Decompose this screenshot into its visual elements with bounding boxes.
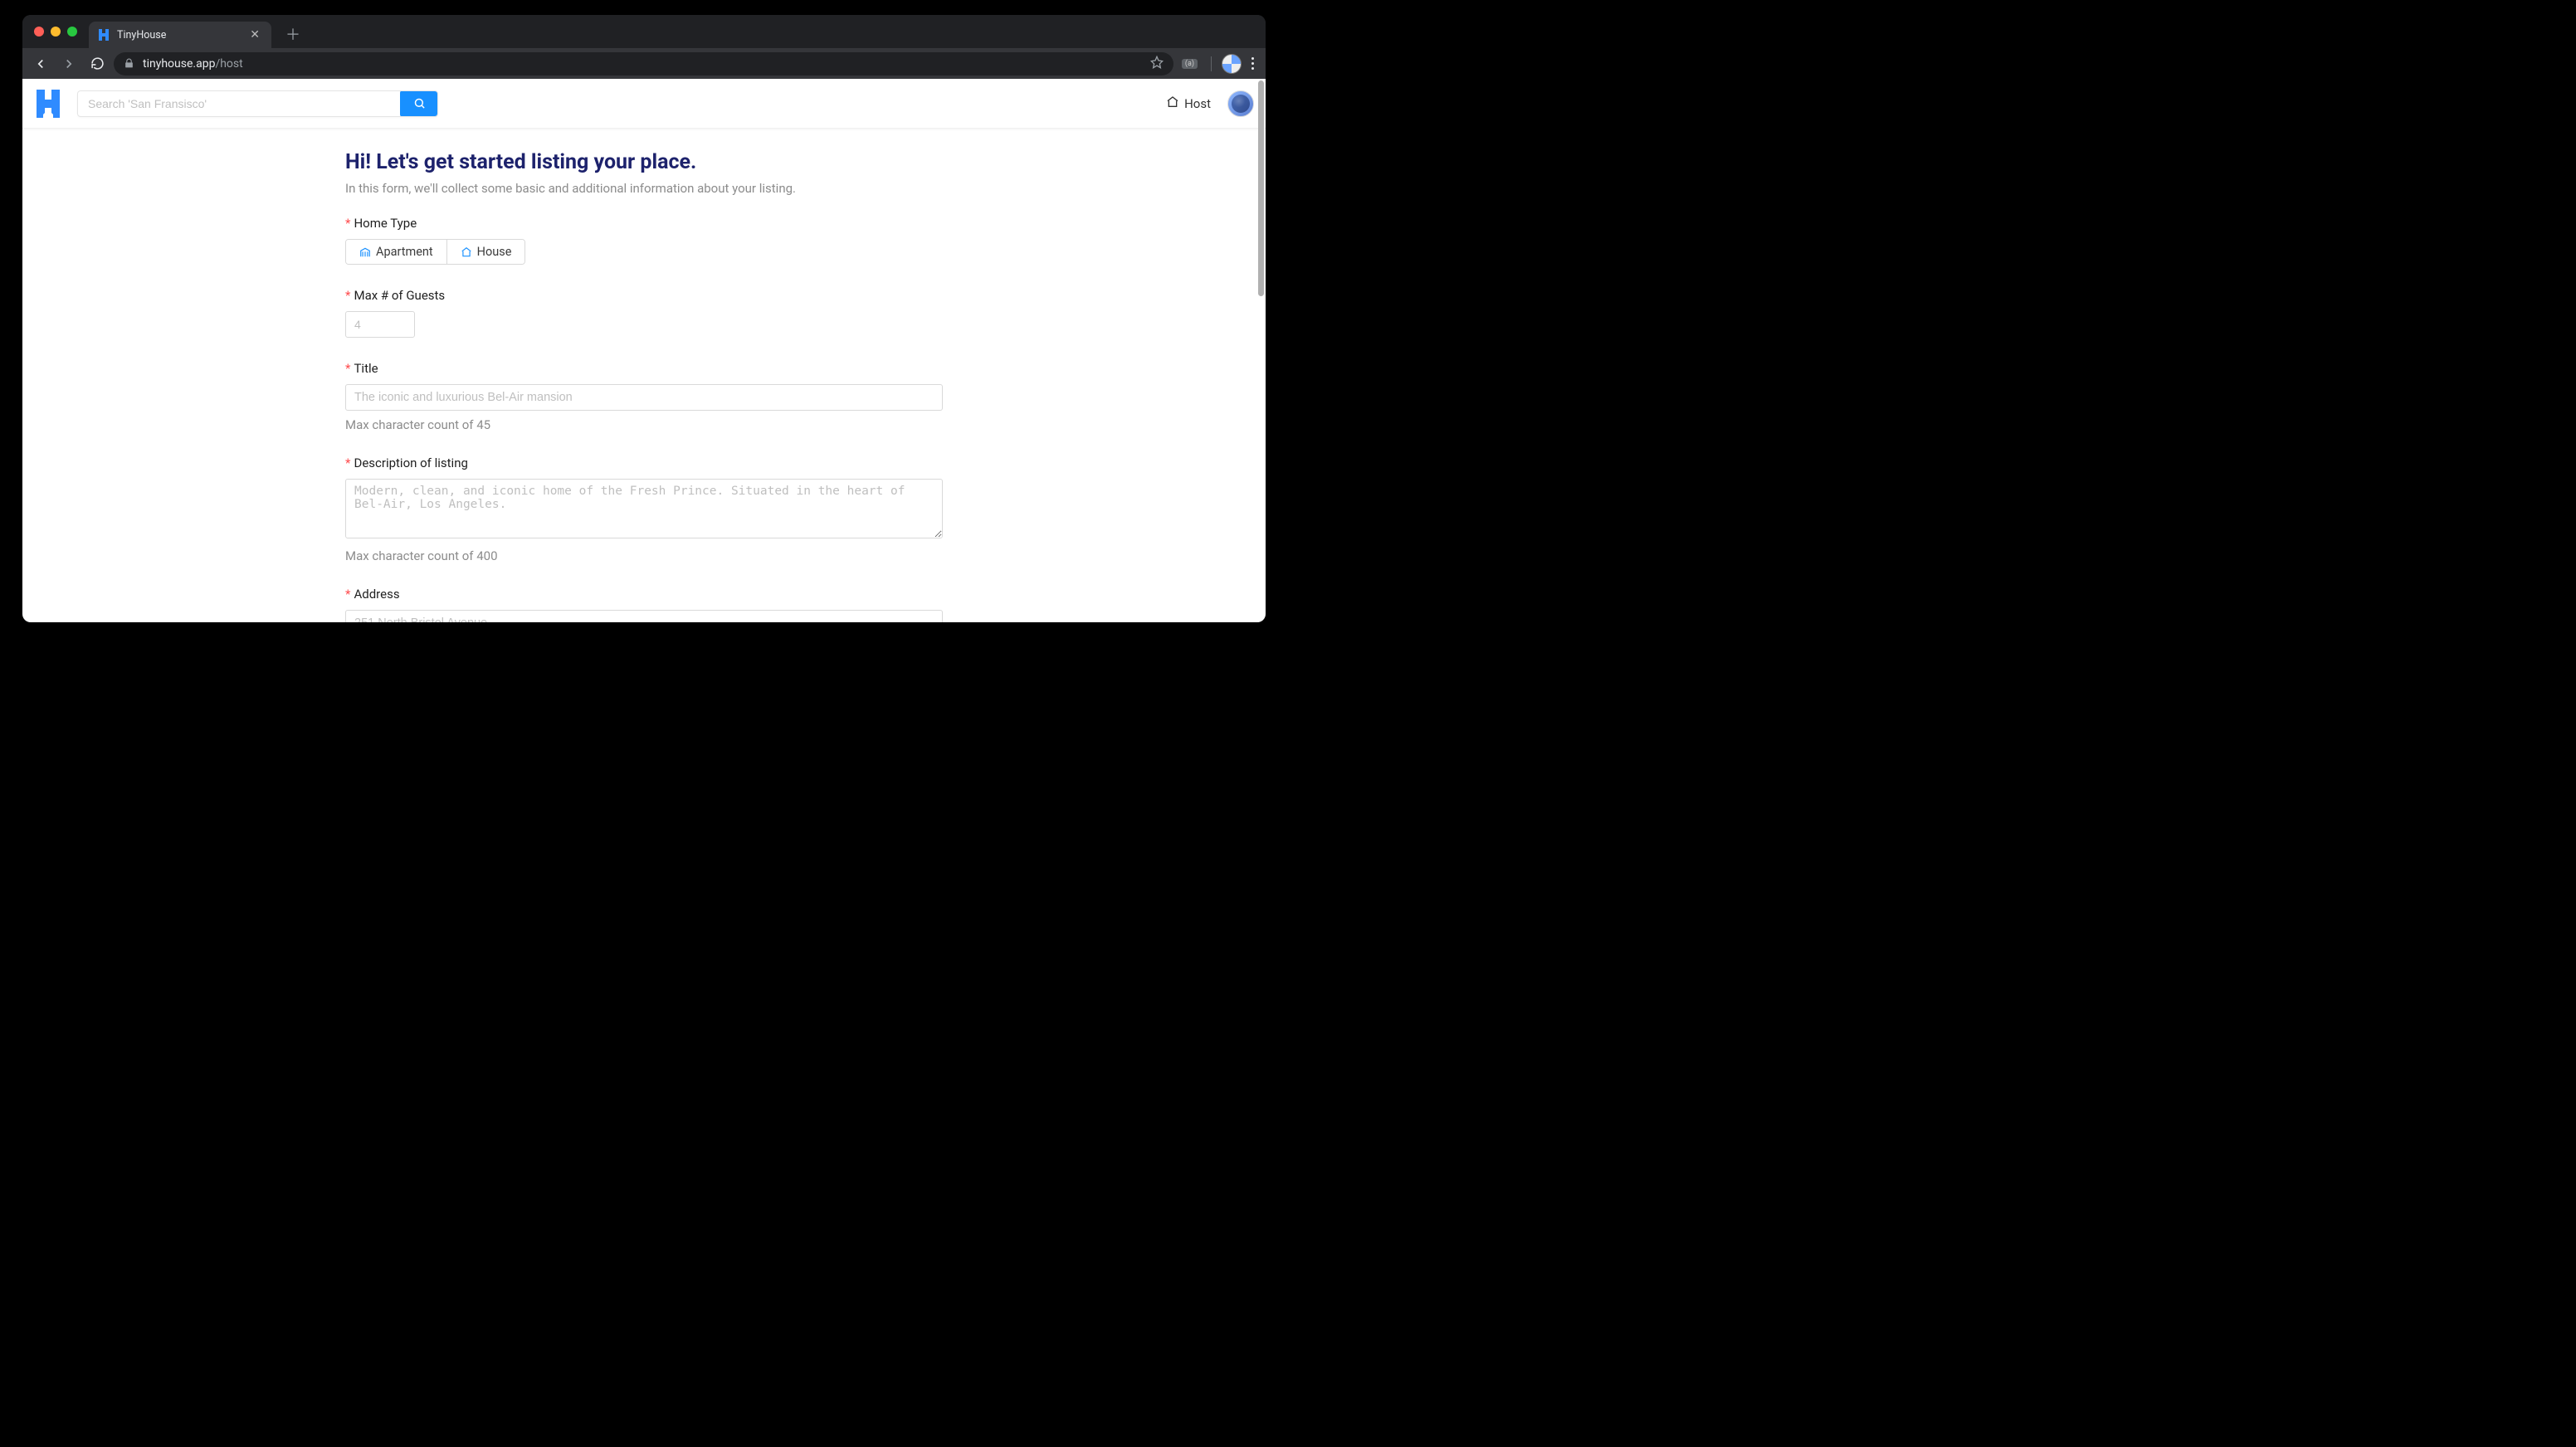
separator: [1211, 56, 1212, 71]
app-logo[interactable]: [34, 88, 62, 119]
close-window-button[interactable]: [34, 27, 44, 37]
required-asterisk: *: [345, 587, 350, 602]
label-home-type: * Home Type: [345, 216, 943, 231]
form-item-address: * Address: [345, 587, 943, 622]
address-input[interactable]: [345, 610, 943, 622]
radio-apartment[interactable]: Apartment: [346, 240, 446, 264]
form-item-description: * Description of listing Max character co…: [345, 456, 943, 563]
label-text: Title: [354, 361, 378, 376]
radio-label: Apartment: [376, 245, 433, 259]
radio-label: House: [477, 245, 512, 259]
required-asterisk: *: [345, 216, 350, 231]
form-item-guests: * Max # of Guests: [345, 288, 943, 338]
browser-menu-button[interactable]: [1247, 57, 1259, 70]
page-viewport: Host Hi! Let's get started listing your …: [22, 79, 1266, 622]
url-field[interactable]: tinyhouse.app/host: [114, 52, 1173, 76]
search-wrap: [77, 90, 438, 117]
description-input[interactable]: [345, 479, 943, 538]
required-asterisk: *: [345, 288, 350, 303]
minimize-window-button[interactable]: [51, 27, 61, 37]
form-item-title: * Title Max character count of 45: [345, 361, 943, 432]
back-button[interactable]: [29, 52, 52, 76]
bookmark-star-icon[interactable]: [1150, 56, 1164, 72]
scrollbar[interactable]: [1258, 80, 1264, 296]
home-type-radio-group: Apartment House: [345, 239, 525, 265]
house-icon: [461, 246, 472, 258]
browser-tab[interactable]: TinyHouse ✕: [89, 22, 271, 48]
radio-house[interactable]: House: [446, 240, 525, 264]
form-item-home-type: * Home Type Apartment House: [345, 216, 943, 265]
label-description: * Description of listing: [345, 456, 943, 470]
tab-bar: TinyHouse ✕ ＋: [22, 15, 1266, 48]
required-asterisk: *: [345, 361, 350, 376]
maximize-window-button[interactable]: [67, 27, 77, 37]
reload-button[interactable]: [85, 52, 109, 76]
browser-profile-avatar[interactable]: [1222, 54, 1242, 74]
url-path: /host: [215, 57, 242, 71]
user-avatar[interactable]: [1227, 90, 1254, 117]
address-bar: tinyhouse.app/host (a): [22, 48, 1266, 79]
lock-icon: [124, 58, 134, 69]
page-subtitle: In this form, we'll collect some basic a…: [345, 181, 943, 196]
header-right: Host: [1166, 90, 1254, 117]
forward-button[interactable]: [57, 52, 80, 76]
favicon-icon: [97, 28, 110, 41]
apartment-icon: [359, 246, 371, 258]
extension-badge[interactable]: (a): [1182, 59, 1198, 69]
search-button[interactable]: [400, 90, 438, 117]
label-text: Description of listing: [354, 456, 467, 470]
title-input[interactable]: [345, 384, 943, 411]
search-input[interactable]: [78, 97, 400, 110]
label-title: * Title: [345, 361, 943, 376]
content: Hi! Let's get started listing your place…: [345, 129, 943, 622]
label-text: Address: [354, 587, 399, 602]
label-address: * Address: [345, 587, 943, 602]
label-text: Home Type: [354, 216, 417, 231]
new-tab-button[interactable]: ＋: [281, 22, 305, 46]
home-icon: [1166, 95, 1179, 112]
required-asterisk: *: [345, 456, 350, 470]
close-tab-button[interactable]: ✕: [246, 28, 263, 41]
description-help: Max character count of 400: [345, 548, 943, 563]
window-controls: [34, 27, 77, 37]
guests-input[interactable]: [345, 311, 415, 338]
page-title: Hi! Let's get started listing your place…: [345, 150, 943, 174]
host-link[interactable]: Host: [1166, 95, 1211, 112]
label-text: Max # of Guests: [354, 288, 445, 303]
host-link-label: Host: [1184, 96, 1211, 111]
label-guests: * Max # of Guests: [345, 288, 943, 303]
app-header: Host: [22, 79, 1266, 129]
url-text: tinyhouse.app/host: [143, 57, 1142, 71]
browser-window: TinyHouse ✕ ＋ tinyhouse.app/host (a): [22, 15, 1266, 622]
url-host: tinyhouse.app: [143, 57, 215, 71]
tab-title: TinyHouse: [117, 29, 240, 41]
title-help: Max character count of 45: [345, 417, 943, 432]
